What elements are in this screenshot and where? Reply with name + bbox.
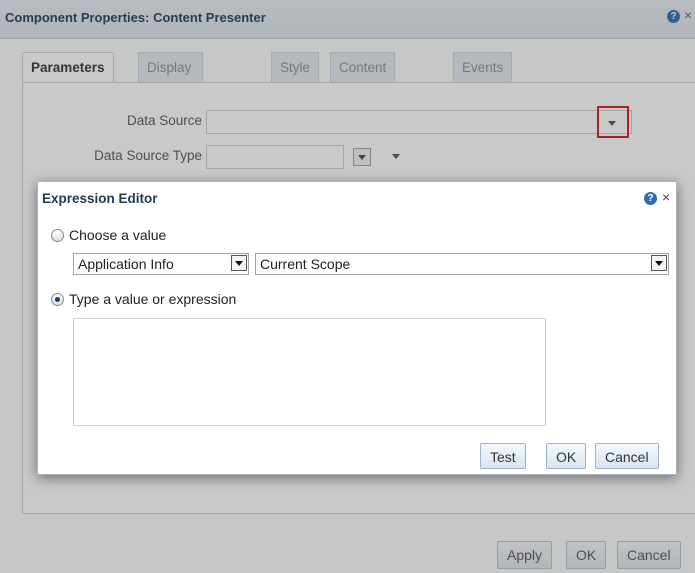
category-select[interactable]: Application Info [73,253,249,275]
ok-button[interactable]: OK [546,443,587,469]
chevron-down-icon[interactable] [231,255,247,271]
category-select-value: Application Info [78,256,174,272]
choose-value-radio[interactable] [51,229,64,242]
type-value-label: Type a value or expression [69,291,237,307]
choose-value-label: Choose a value [69,227,167,243]
help-icon[interactable]: ? [644,192,657,205]
scope-select[interactable]: Current Scope [255,253,669,275]
scope-select-value: Current Scope [260,256,351,272]
expression-editor-dialog: Expression Editor ? × Choose a value App… [37,181,677,475]
cancel-button[interactable]: Cancel [595,443,659,469]
expression-textarea[interactable] [73,318,546,426]
test-button[interactable]: Test [480,443,526,469]
close-icon[interactable]: × [662,189,670,205]
expression-editor-title: Expression Editor [42,191,158,206]
type-value-radio[interactable] [51,293,64,306]
chevron-down-icon[interactable] [651,255,667,271]
